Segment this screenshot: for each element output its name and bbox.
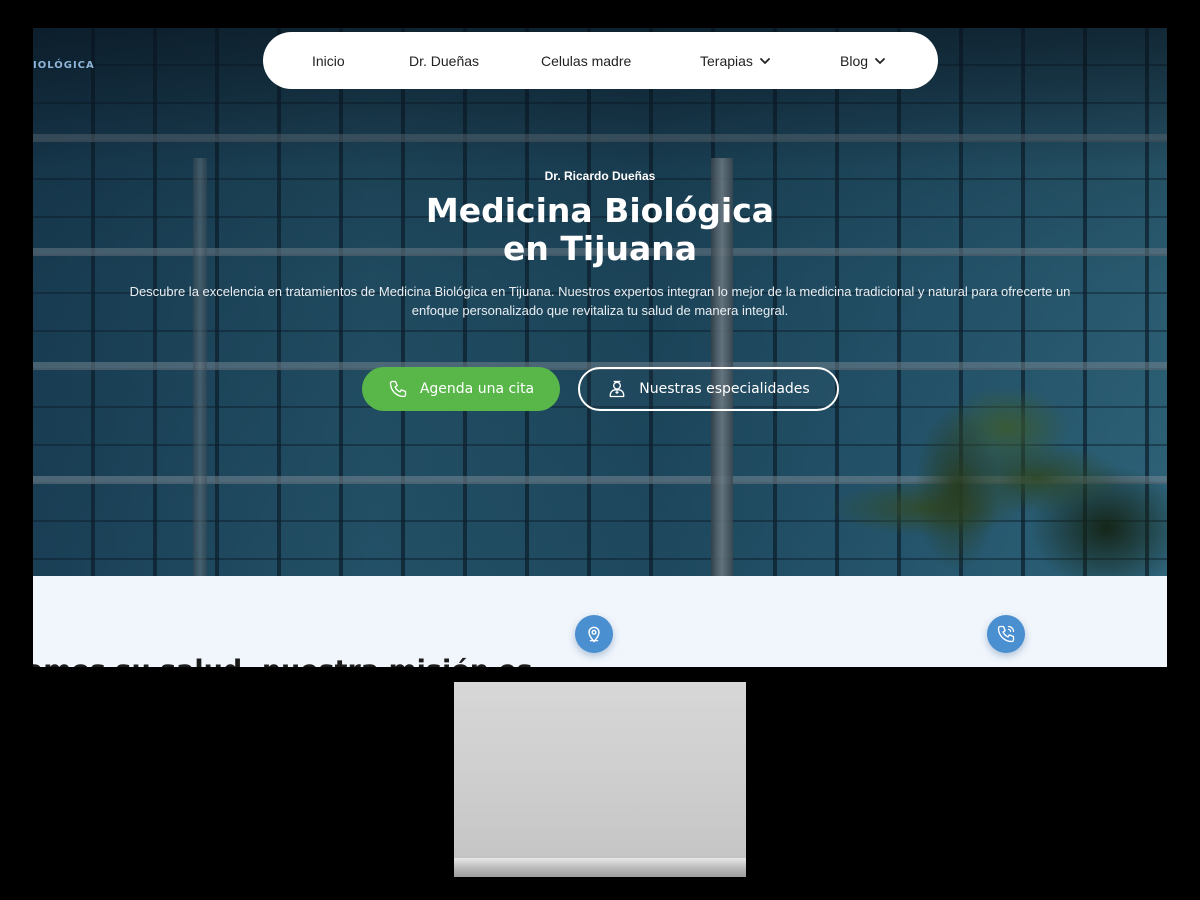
hero-eyebrow: Dr. Ricardo Dueñas	[544, 169, 656, 183]
hero-title: Medicina Biológica en Tijuana	[425, 191, 775, 268]
nav-item-label: Blog	[840, 52, 869, 69]
chevron-down-icon	[760, 57, 770, 64]
monitor-screen: IOLÓGICA Inicio Dr. Dueñas Celulas madre…	[33, 28, 1167, 667]
nav-item-terapias[interactable]: Terapias	[700, 32, 771, 89]
mission-heading: amos su salud, nuestra misión es	[33, 656, 533, 668]
main-navigation: Inicio Dr. Dueñas Celulas madre Terapias…	[263, 32, 938, 89]
nav-item-label: Dr. Dueñas	[409, 52, 480, 69]
monitor-stand-base	[454, 858, 746, 877]
chevron-down-icon	[875, 57, 885, 64]
nav-item-label: Celulas madre	[541, 52, 632, 69]
book-appointment-button[interactable]: Agenda una cita	[362, 367, 560, 411]
nav-item-label: Terapias	[700, 52, 753, 69]
button-label: Nuestras especialidades	[639, 381, 810, 397]
doctor-icon	[609, 380, 625, 398]
building-column	[193, 158, 207, 576]
phone-call-glyph	[997, 625, 1015, 643]
palm-tree-image	[807, 358, 1167, 578]
phone-call-icon[interactable]	[987, 615, 1025, 653]
nav-item-inicio[interactable]: Inicio	[312, 32, 345, 89]
phone-icon	[389, 380, 407, 398]
nav-item-blog[interactable]: Blog	[840, 32, 886, 89]
info-section: amos su salud, nuestra misión es	[33, 576, 1167, 667]
brand-logo[interactable]: IOLÓGICA	[33, 60, 95, 71]
nav-item-dr-duenas[interactable]: Dr. Dueñas	[409, 32, 479, 89]
location-pin-icon[interactable]	[575, 615, 613, 653]
monitor-stand	[454, 682, 746, 877]
hero-description: Descubre la excelencia en tratamientos d…	[129, 284, 1071, 318]
nav-item-label: Inicio	[312, 52, 345, 69]
location-pin-glyph	[588, 626, 600, 643]
nav-item-celulas-madre[interactable]: Celulas madre	[541, 32, 631, 89]
button-label: Agenda una cita	[419, 381, 535, 397]
specialties-button[interactable]: Nuestras especialidades	[578, 367, 839, 411]
